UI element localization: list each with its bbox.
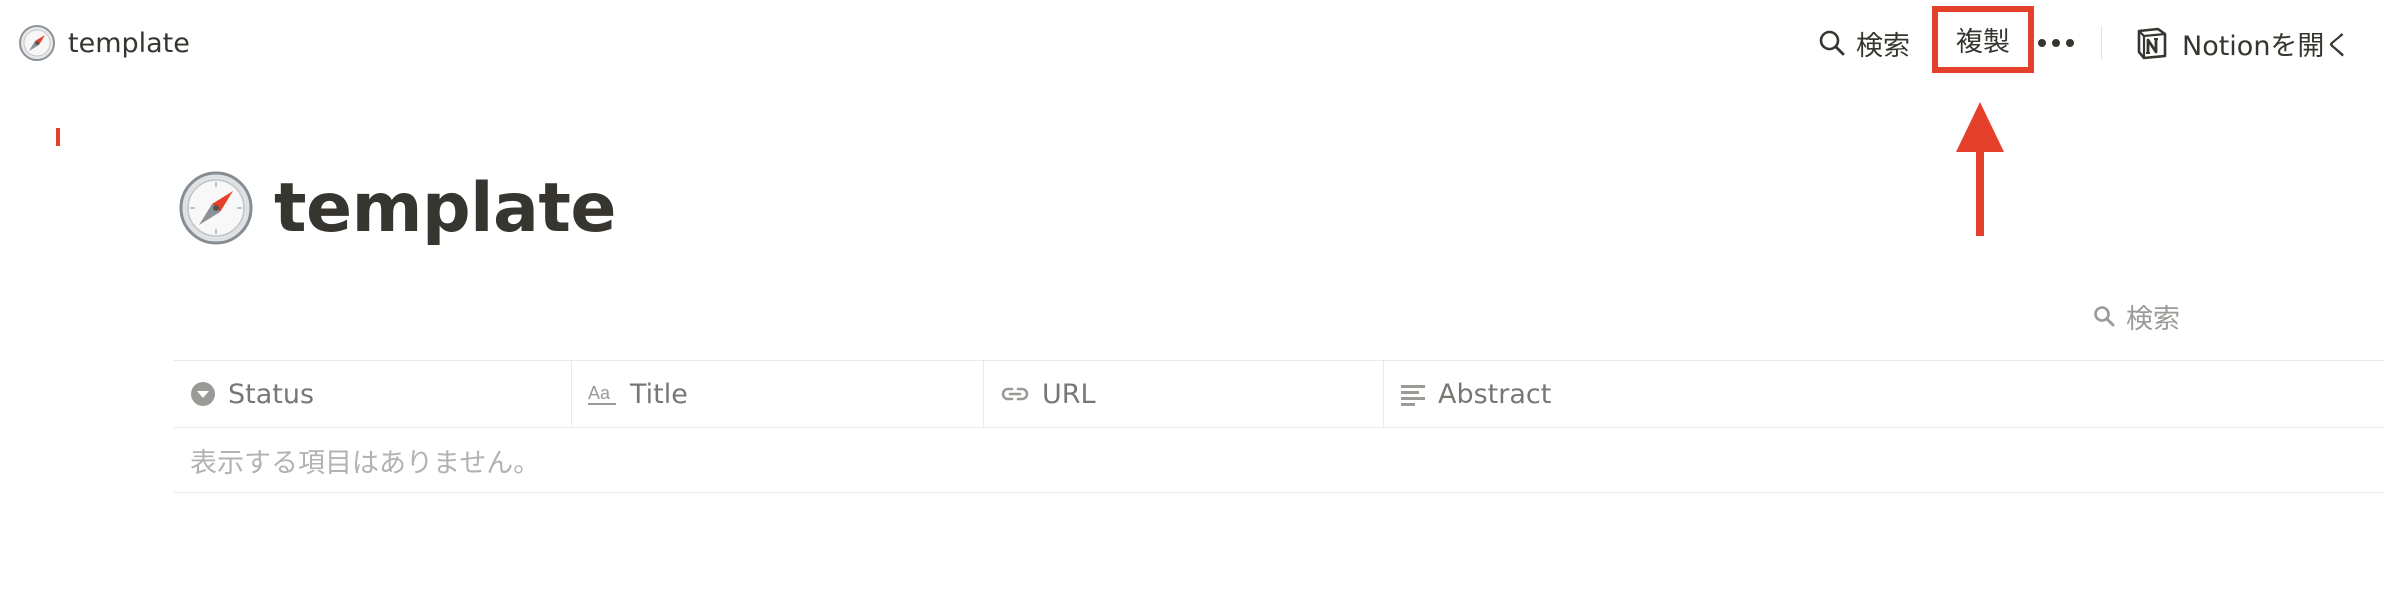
search-button[interactable]: 検索 <box>1818 22 1910 64</box>
database-search-button[interactable]: 検索 <box>2092 296 2180 336</box>
duplicate-label: 複製 <box>1956 27 2010 58</box>
empty-state-row: 表示する項目はありません。 <box>174 428 2384 493</box>
top-bar: template 検索 複製 Notionを開く <box>0 0 2384 86</box>
duplicate-button[interactable]: 複製 <box>1932 6 2034 73</box>
text-aa-icon: Aa <box>588 383 616 405</box>
column-label: Abstract <box>1438 378 1552 410</box>
empty-state-message: 表示する項目はありません。 <box>190 447 541 479</box>
arrow-up-icon <box>1956 102 2004 236</box>
link-icon <box>1001 387 1029 401</box>
database-search-label: 検索 <box>2126 303 2180 335</box>
column-label: URL <box>1042 378 1096 410</box>
database-table: Status Aa Title URL Abstract 表示する項目はありませ… <box>174 360 2384 493</box>
more-icon <box>2038 39 2074 47</box>
search-icon <box>1819 30 1845 56</box>
column-header-abstract[interactable]: Abstract <box>1384 361 2384 427</box>
column-header-title[interactable]: Aa Title <box>572 361 984 427</box>
breadcrumb[interactable]: template <box>18 22 190 64</box>
column-header-status[interactable]: Status <box>174 361 572 427</box>
column-label: Title <box>630 378 688 410</box>
search-label: 検索 <box>1856 30 1910 62</box>
status-icon <box>191 382 215 406</box>
compass-icon <box>19 25 55 61</box>
column-header-url[interactable]: URL <box>984 361 1384 427</box>
text-lines-icon <box>1401 385 1425 406</box>
table-header: Status Aa Title URL Abstract <box>174 360 2384 428</box>
page-title[interactable]: template <box>274 169 616 248</box>
open-in-notion-button[interactable]: Notionを開く <box>2134 22 2351 64</box>
compass-icon <box>179 171 253 245</box>
open-in-notion-label: Notionを開く <box>2182 30 2352 62</box>
column-label: Status <box>228 378 315 410</box>
svg-text:Aa: Aa <box>588 383 611 403</box>
more-options-button[interactable] <box>2034 28 2078 58</box>
divider <box>2101 26 2102 60</box>
page-header: template <box>178 168 616 248</box>
caret-mark <box>56 128 60 146</box>
search-icon <box>2094 306 2115 327</box>
notion-logo-icon <box>2137 27 2167 60</box>
breadcrumb-label: template <box>68 27 190 59</box>
